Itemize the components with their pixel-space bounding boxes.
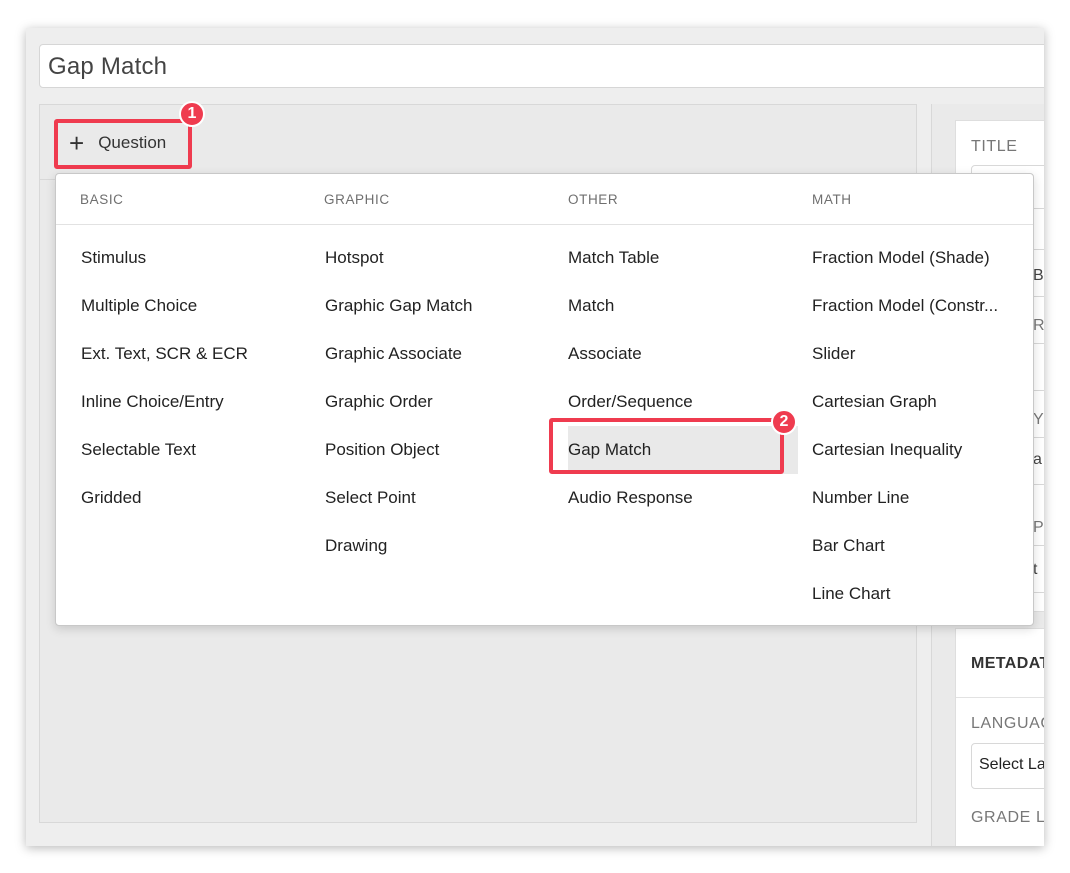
menu-item-match[interactable]: Match bbox=[568, 282, 798, 330]
menu-item-fraction-model-shade[interactable]: Fraction Model (Shade) bbox=[812, 234, 1007, 282]
column-heading-graphic: GRAPHIC bbox=[324, 192, 390, 207]
basic-column: Stimulus Multiple Choice Ext. Text, SCR … bbox=[81, 234, 311, 522]
menu-item-graphic-order[interactable]: Graphic Order bbox=[325, 378, 555, 426]
peek-text-4: a bbox=[1033, 451, 1042, 468]
metadata-divider bbox=[956, 697, 1044, 698]
menu-item-fraction-model-construct[interactable]: Fraction Model (Constr... bbox=[812, 282, 1007, 330]
peek-label-3: Y bbox=[1033, 411, 1044, 428]
metadata-card: METADAT LANGUAG Select La GRADE L bbox=[955, 628, 1044, 846]
math-column: Fraction Model (Shade) Fraction Model (C… bbox=[812, 234, 1007, 618]
menu-item-drawing[interactable]: Drawing bbox=[325, 522, 555, 570]
menu-item-graphic-associate[interactable]: Graphic Associate bbox=[325, 330, 555, 378]
menu-header: BASIC GRAPHIC OTHER MATH bbox=[56, 174, 1033, 225]
menu-item-cartesian-graph[interactable]: Cartesian Graph bbox=[812, 378, 1007, 426]
column-heading-math: MATH bbox=[812, 192, 852, 207]
step-badge-2: 2 bbox=[771, 409, 797, 435]
menu-item-line-chart[interactable]: Line Chart bbox=[812, 570, 1007, 618]
menu-item-audio-response[interactable]: Audio Response bbox=[568, 474, 798, 522]
menu-item-bar-chart[interactable]: Bar Chart bbox=[812, 522, 1007, 570]
menu-item-match-table[interactable]: Match Table bbox=[568, 234, 798, 282]
title-label: TITLE bbox=[971, 138, 1018, 155]
graphic-column: Hotspot Graphic Gap Match Graphic Associ… bbox=[325, 234, 555, 570]
column-heading-basic: BASIC bbox=[80, 192, 124, 207]
menu-item-gridded[interactable]: Gridded bbox=[81, 474, 311, 522]
editor-toolbar: + Question 1 bbox=[40, 101, 916, 180]
other-column: Match Table Match Associate Order/Sequen… bbox=[568, 234, 798, 522]
menu-item-cartesian-inequality[interactable]: Cartesian Inequality bbox=[812, 426, 1007, 474]
language-label: LANGUAG bbox=[971, 715, 1044, 732]
menu-item-multiple-choice[interactable]: Multiple Choice bbox=[81, 282, 311, 330]
peek-label-5: P bbox=[1033, 519, 1044, 536]
column-heading-other: OTHER bbox=[568, 192, 619, 207]
menu-item-select-point[interactable]: Select Point bbox=[325, 474, 555, 522]
grade-label: GRADE L bbox=[971, 809, 1044, 826]
menu-item-position-object[interactable]: Position Object bbox=[325, 426, 555, 474]
highlight-box-1 bbox=[54, 119, 192, 169]
language-select-value: Select La bbox=[979, 756, 1044, 773]
menu-item-ext-text[interactable]: Ext. Text, SCR & ECR bbox=[81, 330, 311, 378]
peek-label-2: R bbox=[1033, 317, 1044, 334]
menu-item-number-line[interactable]: Number Line bbox=[812, 474, 1007, 522]
menu-item-slider[interactable]: Slider bbox=[812, 330, 1007, 378]
item-title-input[interactable]: Gap Match bbox=[39, 44, 1044, 88]
highlight-box-2 bbox=[549, 418, 784, 474]
menu-item-graphic-gap-match[interactable]: Graphic Gap Match bbox=[325, 282, 555, 330]
metadata-heading: METADAT bbox=[971, 655, 1044, 672]
peek-text-1: B bbox=[1033, 267, 1044, 284]
menu-item-associate[interactable]: Associate bbox=[568, 330, 798, 378]
menu-item-inline-choice[interactable]: Inline Choice/Entry bbox=[81, 378, 311, 426]
menu-item-stimulus[interactable]: Stimulus bbox=[81, 234, 311, 282]
question-type-menu: BASIC GRAPHIC OTHER MATH Stimulus Multip… bbox=[55, 173, 1034, 626]
step-badge-1: 1 bbox=[179, 101, 205, 127]
menu-item-hotspot[interactable]: Hotspot bbox=[325, 234, 555, 282]
item-editor-window: Gap Match + Question 1 TITLE B R Y a P t bbox=[26, 28, 1044, 846]
menu-item-selectable-text[interactable]: Selectable Text bbox=[81, 426, 311, 474]
